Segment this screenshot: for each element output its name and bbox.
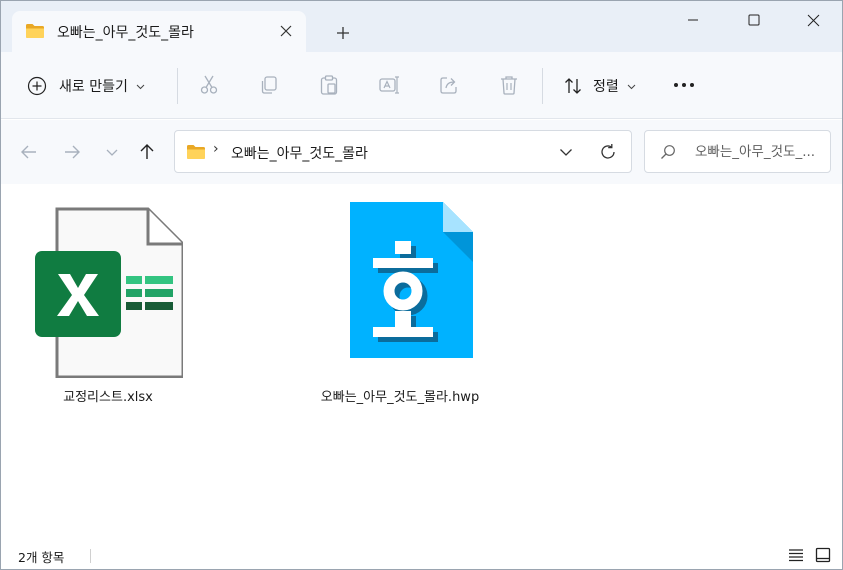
file-explorer-window: 오빠는_아무_것도_몰라 새로 만들기 정렬 › 오빠는_아무_것도_몰라 오빠…: [0, 0, 843, 570]
status-bar: 2개 항목: [1, 539, 842, 569]
tile-view-icon: [815, 547, 831, 563]
large-icons-view-button[interactable]: [813, 545, 833, 565]
maximize-icon: [748, 14, 760, 26]
sort-button-label: 정렬: [593, 79, 619, 95]
details-view-button[interactable]: [786, 545, 806, 565]
paste-button[interactable]: [316, 72, 342, 98]
tab-title: 오빠는_아무_것도_몰라: [57, 25, 194, 41]
sort-button[interactable]: 정렬: [557, 66, 642, 106]
arrow-up-icon: [140, 144, 154, 159]
cut-button[interactable]: [196, 72, 222, 98]
toolbar-separator: [542, 68, 543, 104]
new-button-label: 새로 만들기: [59, 79, 128, 95]
close-tab-button[interactable]: [275, 20, 297, 42]
more-options-button[interactable]: [669, 72, 699, 98]
status-separator: [90, 549, 91, 563]
share-button[interactable]: [436, 72, 462, 98]
command-bar: 새로 만들기 정렬: [1, 52, 842, 119]
file-name: 오빠는_아무_것도_몰라.hwp: [320, 390, 480, 405]
rename-button[interactable]: [376, 72, 402, 98]
copy-icon: [261, 76, 277, 94]
file-item[interactable]: 교정리스트.xlsx: [18, 196, 198, 405]
address-bar[interactable]: › 오빠는_아무_것도_몰라: [174, 130, 632, 173]
minimize-button[interactable]: [670, 5, 716, 35]
chevron-down-icon: [627, 84, 636, 89]
title-bar: 오빠는_아무_것도_몰라: [1, 1, 842, 52]
file-name: 교정리스트.xlsx: [63, 390, 153, 405]
excel-file-icon: [35, 207, 183, 378]
file-item[interactable]: 오빠는_아무_것도_몰라.hwp: [300, 196, 500, 405]
tab-current-folder[interactable]: 오빠는_아무_것도_몰라: [12, 11, 306, 52]
delete-button[interactable]: [496, 72, 522, 98]
chevron-down-icon: [560, 149, 572, 156]
search-box[interactable]: [644, 130, 831, 173]
recent-locations-button[interactable]: [100, 140, 124, 164]
trash-icon: [501, 76, 517, 95]
chevron-down-icon: [136, 84, 145, 89]
new-button[interactable]: 새로 만들기: [19, 66, 153, 106]
item-count: 2개 항목: [18, 550, 65, 565]
sort-icon: [565, 78, 581, 94]
cut-icon: [200, 75, 218, 94]
new-tab-button[interactable]: [331, 21, 355, 45]
hwp-file-icon: [350, 202, 473, 358]
forward-button[interactable]: [60, 140, 84, 164]
address-history-button[interactable]: [556, 142, 576, 162]
breadcrumb-separator[interactable]: ›: [213, 141, 219, 157]
copy-button[interactable]: [256, 72, 282, 98]
refresh-icon: [601, 144, 615, 159]
navigation-bar: › 오빠는_아무_것도_몰라: [1, 120, 842, 184]
close-icon: [280, 25, 292, 37]
breadcrumb-current-folder[interactable]: 오빠는_아무_것도_몰라: [231, 143, 368, 163]
list-view-icon: [789, 549, 803, 562]
plus-icon: [337, 27, 349, 39]
arrow-left-icon: [21, 145, 36, 159]
search-icon: [661, 145, 675, 159]
add-circle-icon: [27, 76, 47, 96]
more-icon: [674, 83, 694, 87]
rename-icon: [379, 76, 399, 94]
close-window-button[interactable]: [790, 5, 836, 35]
refresh-button[interactable]: [597, 141, 619, 163]
minimize-icon: [688, 19, 698, 21]
back-button[interactable]: [17, 140, 41, 164]
up-button[interactable]: [135, 140, 159, 164]
file-list: 교정리스트.xlsx 오빠는_아무_것도_몰라.hwp: [1, 184, 842, 539]
folder-icon: [26, 24, 44, 38]
share-icon: [440, 77, 457, 94]
arrow-right-icon: [65, 145, 80, 159]
toolbar-separator: [177, 68, 178, 104]
folder-icon: [187, 145, 205, 159]
search-input[interactable]: [695, 141, 829, 163]
paste-icon: [320, 75, 338, 95]
close-icon: [807, 14, 819, 26]
maximize-button[interactable]: [731, 5, 777, 35]
chevron-down-icon: [106, 149, 118, 156]
